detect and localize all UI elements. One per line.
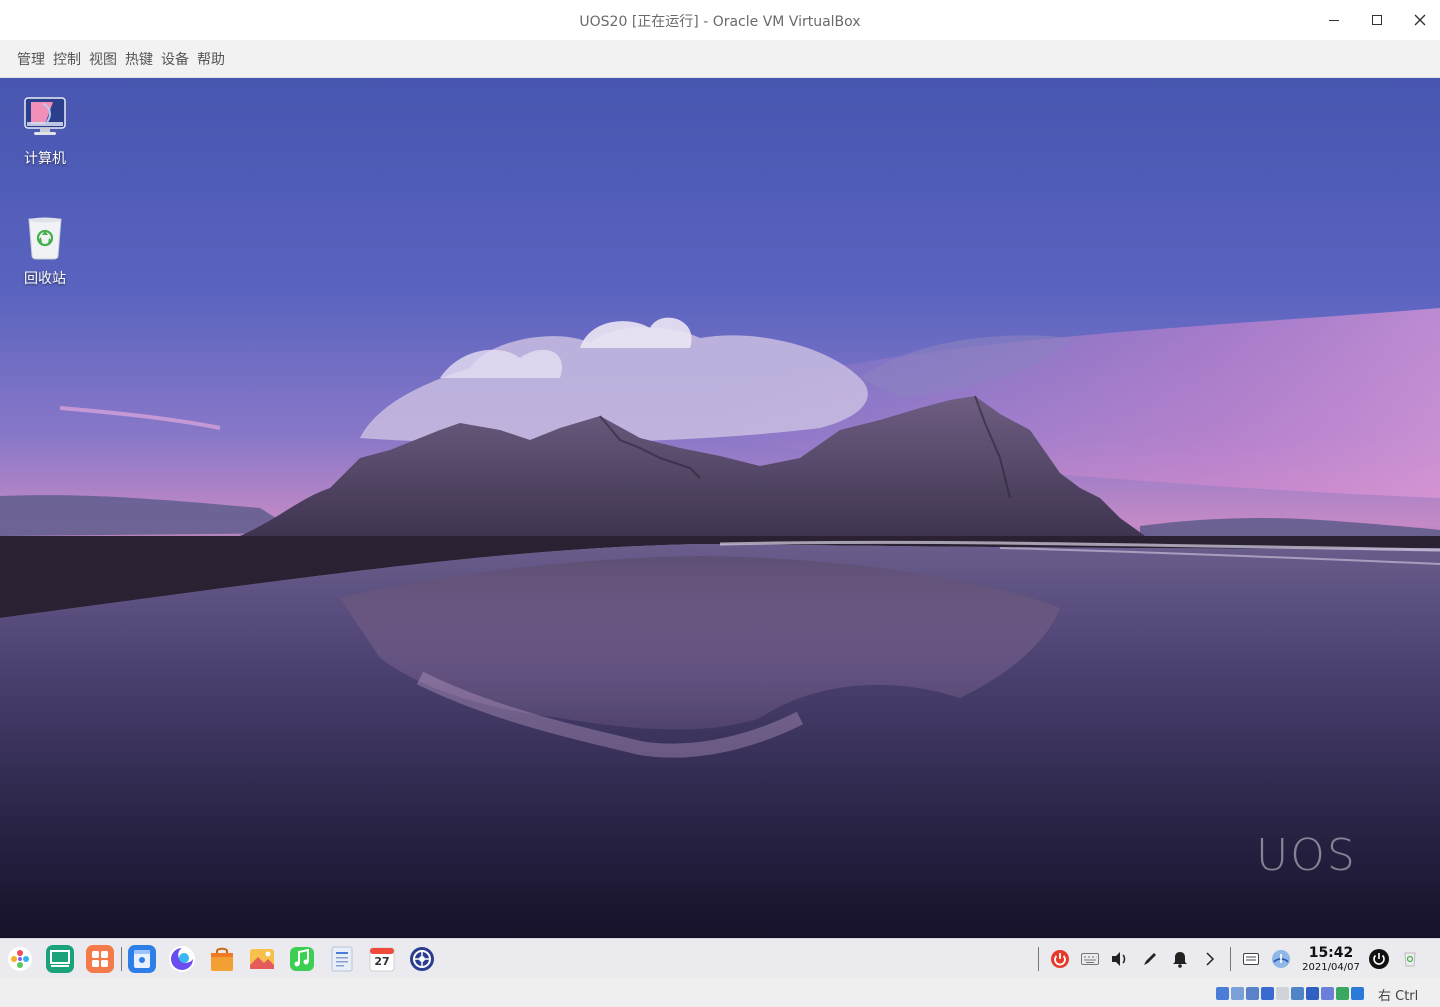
tray-separator (1038, 947, 1039, 971)
bell-icon (1173, 952, 1187, 968)
desktop-icon-label: 计算机 (24, 151, 66, 167)
wallpaper-image (0, 78, 1440, 938)
shared-folder-icon[interactable] (1291, 987, 1304, 1000)
close-button[interactable] (1405, 5, 1435, 35)
menu-bar: 管理 控制 视图 热键 设备 帮助 (0, 40, 1440, 78)
guest-desktop[interactable]: 计算机 回收站 UOS (0, 78, 1440, 938)
calendar-day: 27 (374, 955, 390, 968)
title-bar: UOS20 [正在运行] - Oracle VM VirtualBox (0, 0, 1440, 40)
menu-hotkeys[interactable]: 热键 (125, 49, 153, 69)
window-title: UOS20 [正在运行] - Oracle VM VirtualBox (579, 14, 861, 30)
music-icon (290, 947, 314, 971)
network-icon (1272, 950, 1290, 968)
optical-drive-icon[interactable] (1231, 987, 1244, 1000)
volume-icon (1112, 952, 1126, 966)
tray-network[interactable] (1270, 948, 1292, 970)
display-icon[interactable] (1306, 987, 1319, 1000)
tray-power-app[interactable] (1049, 948, 1071, 970)
mouse-integration-icon[interactable] (1351, 987, 1364, 1000)
tray-shutdown[interactable] (1368, 948, 1390, 970)
dock-shopping-bag[interactable] (208, 945, 236, 973)
shopping-bag-icon (211, 947, 233, 971)
virtualbox-window: UOS20 [正在运行] - Oracle VM VirtualBox 管理 控… (0, 0, 1440, 1007)
minimize-button[interactable] (1319, 5, 1349, 35)
dock-launcher[interactable] (6, 945, 34, 973)
dock-file-manager[interactable] (128, 945, 156, 973)
trash-icon (23, 216, 67, 260)
browser-icon (169, 946, 195, 972)
app-store-icon (92, 951, 108, 967)
computer-icon (23, 96, 67, 140)
close-icon (1414, 14, 1426, 26)
dock-app-store[interactable] (86, 945, 114, 973)
tray-clock[interactable]: 15:42 2021/04/07 (1302, 945, 1360, 974)
hard-disk-icon[interactable] (1216, 987, 1229, 1000)
input-method-icon (1243, 953, 1259, 965)
network-adapter-icon[interactable] (1261, 987, 1274, 1000)
menu-help[interactable]: 帮助 (197, 49, 225, 69)
trash-small-icon (1404, 952, 1416, 967)
uos-watermark: UOS (1256, 830, 1357, 881)
dock-image-viewer[interactable] (248, 945, 276, 973)
minimize-icon (1329, 19, 1339, 21)
tray-volume[interactable] (1108, 948, 1130, 970)
image-viewer-icon (250, 949, 274, 969)
chevron-right-icon (1206, 952, 1215, 966)
dock-multitask-view[interactable] (46, 945, 74, 973)
clock-date: 2021/04/07 (1302, 962, 1360, 973)
tray-expand[interactable] (1199, 948, 1221, 970)
menu-control[interactable]: 控制 (53, 49, 81, 69)
menu-devices[interactable]: 设备 (161, 49, 189, 69)
desktop-icon-computer[interactable]: 计算机 (14, 96, 76, 168)
multitask-view-icon (50, 950, 70, 967)
launcher-icon (8, 947, 32, 971)
tray-separator-2 (1230, 947, 1231, 971)
dock-browser[interactable] (168, 945, 196, 973)
maximize-icon (1372, 15, 1382, 25)
document-icon (331, 946, 353, 972)
dock-document-viewer[interactable] (328, 945, 356, 973)
pen-icon (1144, 953, 1156, 965)
menu-manage[interactable]: 管理 (17, 49, 45, 69)
maximize-button[interactable] (1362, 5, 1392, 35)
virtualbox-status-bar: 右 Ctrl (0, 978, 1440, 1007)
keyboard-icon (1081, 953, 1099, 965)
desktop-icon-trash[interactable]: 回收站 (14, 216, 76, 288)
tray-trash[interactable] (1399, 948, 1421, 970)
dock-control-center[interactable] (408, 945, 436, 973)
cpu-icon[interactable] (1336, 987, 1349, 1000)
taskbar-dock: 27 15:42 2021/04/07 (0, 938, 1440, 978)
host-key-label[interactable]: 右 Ctrl (1378, 985, 1418, 1004)
status-icons (1216, 987, 1364, 1000)
audio-icon[interactable] (1246, 987, 1259, 1000)
control-center-icon (410, 947, 434, 971)
desktop-icon-label: 回收站 (24, 271, 66, 287)
tray-pen[interactable] (1139, 948, 1161, 970)
clock-time: 15:42 (1308, 945, 1354, 961)
usb-icon[interactable] (1276, 987, 1289, 1000)
dock-calendar[interactable]: 27 (368, 945, 396, 973)
dock-separator (121, 947, 122, 971)
menu-view[interactable]: 视图 (89, 49, 117, 69)
tray-keyboard[interactable] (1079, 948, 1101, 970)
tray-notifications[interactable] (1169, 948, 1191, 970)
video-capture-icon[interactable] (1321, 987, 1334, 1000)
power-app-icon (1051, 950, 1069, 968)
shutdown-icon (1369, 949, 1389, 969)
tray-input-method[interactable] (1240, 948, 1262, 970)
dock-music[interactable] (288, 945, 316, 973)
file-manager-icon (134, 950, 150, 968)
